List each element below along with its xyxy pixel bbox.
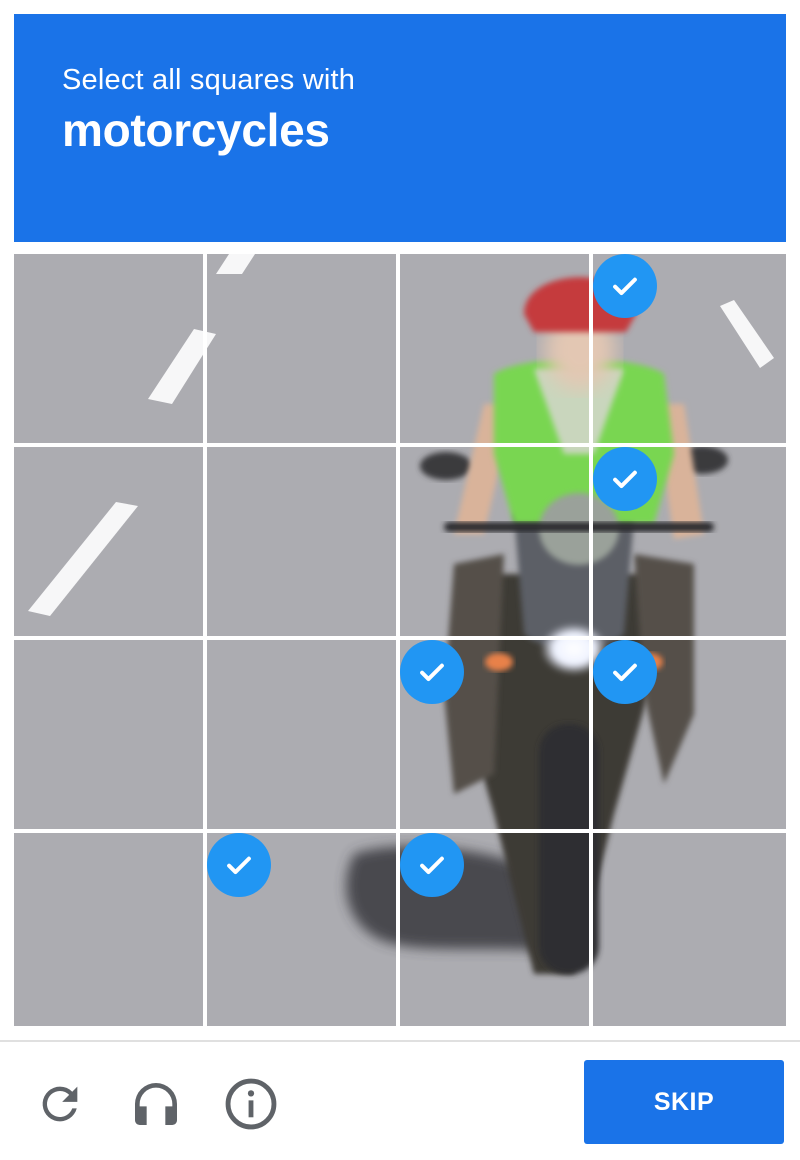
image-tile[interactable] xyxy=(14,833,207,1026)
skip-button[interactable]: SKIP xyxy=(584,1060,784,1144)
image-tile[interactable] xyxy=(14,254,207,447)
challenge-header: Select all squares with motorcycles xyxy=(14,14,786,242)
checkmark-icon xyxy=(593,640,657,704)
tile-grid xyxy=(14,254,786,1026)
headphones-icon[interactable] xyxy=(126,1074,186,1134)
footer-divider xyxy=(0,1040,800,1042)
image-tile[interactable] xyxy=(14,640,207,833)
image-tile[interactable] xyxy=(207,640,400,833)
image-tile[interactable] xyxy=(400,640,593,833)
image-tile[interactable] xyxy=(593,447,786,640)
challenge-image xyxy=(14,254,786,1026)
image-tile[interactable] xyxy=(207,833,400,1026)
captcha-challenge: Select all squares with motorcycles SKIP xyxy=(0,0,800,1160)
checkmark-icon xyxy=(400,640,464,704)
image-tile[interactable] xyxy=(593,833,786,1026)
image-tile[interactable] xyxy=(593,254,786,447)
checkmark-icon xyxy=(593,447,657,511)
image-tile[interactable] xyxy=(14,447,207,640)
info-icon[interactable] xyxy=(221,1074,281,1134)
instruction-text: Select all squares with xyxy=(62,64,356,96)
image-tile[interactable] xyxy=(400,447,593,640)
target-object-text: motorcycles xyxy=(62,104,330,156)
image-tile[interactable] xyxy=(207,254,400,447)
checkmark-icon xyxy=(593,254,657,318)
checkmark-icon xyxy=(400,833,464,897)
image-tile[interactable] xyxy=(400,833,593,1026)
checkmark-icon xyxy=(207,833,271,897)
image-tile[interactable] xyxy=(400,254,593,447)
image-tile[interactable] xyxy=(207,447,400,640)
reload-icon[interactable] xyxy=(30,1074,90,1134)
image-tile[interactable] xyxy=(593,640,786,833)
